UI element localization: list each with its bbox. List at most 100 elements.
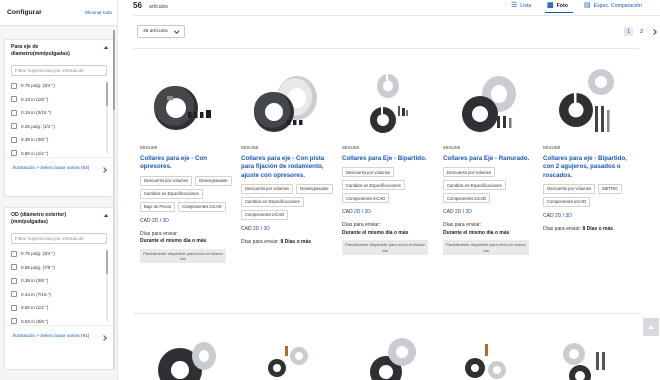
cad-2d-link[interactable]: 2D bbox=[152, 218, 158, 224]
filter-option[interactable]: 0.38 in (3/8 ") bbox=[11, 274, 113, 288]
product-name-link[interactable]: Collares para Eje - Ranurado. bbox=[443, 155, 535, 163]
cad-2d-link[interactable]: 2D bbox=[555, 213, 561, 219]
product-name-link[interactable]: Collares para eje - Bipartido, con 2 agu… bbox=[543, 155, 635, 180]
cad-separator: / bbox=[260, 225, 263, 232]
options-scrollbar[interactable] bbox=[106, 82, 108, 154]
filter-panel-header[interactable]: OD (diámetro exterior) (mm/pulgadas) bbox=[5, 208, 113, 226]
product-tags: Descuento por volumen Cambios en Especif… bbox=[443, 167, 535, 204]
cad-3d-link[interactable]: 3D bbox=[466, 209, 472, 215]
filter-option[interactable]: 0.25 pulg. (1/4 ") bbox=[11, 120, 113, 134]
view-compare-button[interactable]: ▤ Espec. Comparación bbox=[584, 2, 642, 9]
product-image-partial[interactable] bbox=[457, 332, 549, 380]
view-photo-button[interactable]: ▦ Foto bbox=[547, 2, 568, 9]
page-1-button[interactable]: 1 bbox=[624, 27, 633, 36]
product-image-partial[interactable] bbox=[356, 332, 448, 380]
product-image-partial[interactable] bbox=[255, 332, 347, 380]
view-list-button[interactable]: ☰ Lista bbox=[511, 2, 531, 9]
product-card[interactable]: MISUMI Collares para eje - Con opresores… bbox=[140, 60, 232, 264]
results-toolbar: 56 artículos ☰ Lista ▦ Foto ▤ Espec. Com… bbox=[133, 0, 660, 14]
filter-option[interactable]: 0.88 pulg. (7/8 ") bbox=[11, 261, 113, 275]
filter-option[interactable]: 0.13 in (1/8 ") bbox=[11, 93, 113, 107]
product-image-partial[interactable] bbox=[150, 332, 242, 380]
option-label: 0.13 in (1/8 ") bbox=[21, 96, 49, 102]
filter-option[interactable]: 0.63 in (5/8 ") bbox=[11, 315, 113, 326]
per-page-select[interactable]: 45 artículos bbox=[137, 25, 185, 38]
filter-option[interactable]: 0.75 pulg. (3/4 ") bbox=[11, 247, 113, 261]
options-scrollbar[interactable] bbox=[106, 250, 108, 322]
select-multiple-link[interactable]: Ilustración > Seleccionar varios (54) bbox=[5, 157, 113, 181]
product-card[interactable]: MISUMI Collares para Eje - Bipartido. De… bbox=[342, 60, 434, 255]
product-image[interactable] bbox=[543, 60, 635, 142]
checkbox[interactable] bbox=[11, 109, 17, 116]
page-2-button[interactable]: 2 bbox=[637, 27, 646, 36]
product-card[interactable]: MISUMI Collares para eje - Bipartido, co… bbox=[543, 60, 635, 233]
product-card[interactable]: MISUMI Collares para Eje - Ranurado. Des… bbox=[443, 60, 535, 255]
checkbox[interactable] bbox=[11, 82, 17, 89]
shipping-value: Durante el mismo día o más bbox=[342, 229, 409, 236]
shipping-value: Durante el mismo día o más bbox=[443, 229, 510, 236]
filter-option[interactable]: 0.50 in (1/2 ") bbox=[11, 301, 113, 315]
filter-search-input[interactable]: Filtrar sugerencias por entrada de bbox=[11, 65, 107, 76]
checkbox[interactable] bbox=[11, 96, 17, 103]
cad-label: CAD bbox=[241, 225, 252, 232]
product-card[interactable]: MISUMI Collares para eje - Con pista par… bbox=[241, 60, 333, 246]
filter-options-list: 0.75 pulg. (3/4 ") 0.13 in (1/8 ") 0.19 … bbox=[11, 79, 113, 157]
checkbox[interactable] bbox=[11, 250, 17, 257]
checkbox[interactable] bbox=[11, 264, 17, 271]
shipping-label: Días para enviar: bbox=[241, 238, 280, 245]
table-icon: ▤ bbox=[584, 2, 591, 9]
cad-3d-link[interactable]: 3D bbox=[365, 209, 371, 215]
checkbox[interactable] bbox=[11, 291, 17, 298]
checkbox[interactable] bbox=[11, 304, 17, 311]
shipping-info: Días para enviar: 8 Días o más bbox=[241, 239, 333, 247]
collapse-icon[interactable] bbox=[104, 46, 108, 49]
product-tag: Descuento por volumen bbox=[241, 183, 294, 194]
options-scrollbar-thumb[interactable] bbox=[106, 250, 108, 274]
pagination: 1 2 bbox=[624, 27, 657, 36]
filter-panel-title: OD (diámetro exterior) (mm/pulgadas) bbox=[11, 212, 67, 225]
filter-option[interactable]: 0.50 in (1/2 ") bbox=[11, 147, 113, 158]
sidebar-scrollbar-thumb[interactable] bbox=[113, 30, 115, 110]
checkbox[interactable] bbox=[11, 123, 17, 130]
option-label: 0.38 in (3/8 ") bbox=[21, 278, 49, 284]
shipping-value: 8 Días o más bbox=[582, 225, 614, 232]
divider bbox=[133, 15, 660, 16]
select-multiple-link[interactable]: Ilustración > Seleccionar varios (91) bbox=[5, 325, 113, 349]
cad-2d-link[interactable]: 2D bbox=[455, 209, 461, 215]
checkbox[interactable] bbox=[11, 277, 17, 284]
clear-all-link[interactable]: Eliminar todo bbox=[85, 10, 112, 15]
cad-2d-link[interactable]: 2D bbox=[354, 209, 360, 215]
cad-3d-link[interactable]: 3D bbox=[163, 218, 169, 224]
checkbox[interactable] bbox=[11, 136, 17, 143]
filter-option[interactable]: 0.38 in (3/8 ") bbox=[11, 133, 113, 147]
product-name-link[interactable]: Collares para Eje - Bipartido. bbox=[342, 155, 434, 163]
cad-3d-link[interactable]: 3D bbox=[566, 213, 572, 219]
filter-panel-title: Para eje de diametro(mm/pulgadas) bbox=[11, 44, 70, 57]
product-image[interactable] bbox=[241, 60, 333, 142]
filter-option[interactable]: 0.75 pulg. (3/4 ") bbox=[11, 79, 113, 93]
product-image[interactable] bbox=[443, 60, 535, 142]
list-icon: ☰ bbox=[511, 2, 518, 9]
cad-3d-link[interactable]: 3D bbox=[264, 226, 270, 232]
cad-2d-link[interactable]: 2D bbox=[253, 226, 259, 232]
product-tag: Descuento por volumen bbox=[342, 167, 395, 178]
product-name-link[interactable]: Collares para eje - Con pista para fijac… bbox=[241, 155, 333, 180]
sidebar-scrollbar[interactable] bbox=[113, 30, 115, 370]
cad-separator: / bbox=[562, 212, 565, 219]
checkbox[interactable] bbox=[11, 150, 17, 157]
filter-panel-header[interactable]: Para eje de diametro(mm/pulgadas) bbox=[5, 40, 113, 58]
product-tag: Componentes inCAD bbox=[178, 201, 226, 212]
filter-search-input[interactable]: Filtrar sugerencias por entrada de bbox=[11, 233, 107, 244]
product-image-partial[interactable] bbox=[558, 332, 650, 380]
product-image[interactable] bbox=[342, 60, 434, 142]
product-tag: Desengrasante bbox=[195, 175, 232, 186]
shaft-collar-split-image bbox=[370, 74, 408, 133]
collapse-icon[interactable] bbox=[104, 214, 108, 217]
product-name-link[interactable]: Collares para eje - Con opresores. bbox=[140, 155, 232, 172]
options-scrollbar-thumb[interactable] bbox=[106, 82, 108, 106]
product-image[interactable] bbox=[140, 60, 232, 142]
next-page-icon[interactable] bbox=[651, 28, 657, 35]
checkbox[interactable] bbox=[11, 318, 17, 325]
filter-option[interactable]: 0.44 in (7/16 ") bbox=[11, 288, 113, 302]
filter-option[interactable]: 0.19 in (3/16 ") bbox=[11, 106, 113, 120]
